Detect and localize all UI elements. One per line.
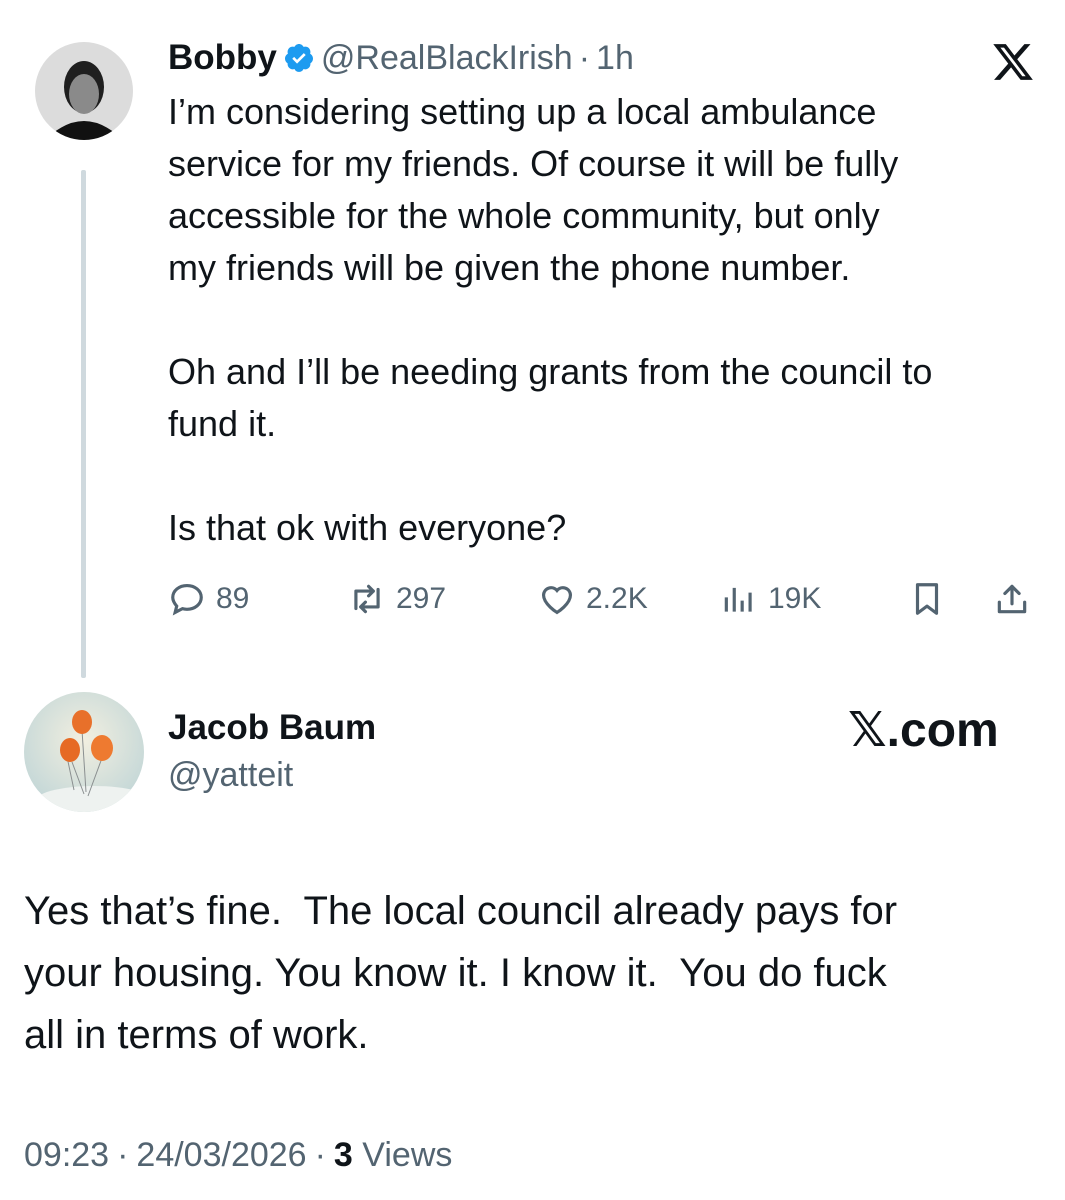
author-name[interactable]: Bobby (168, 38, 277, 78)
verified-badge-icon (283, 42, 315, 74)
repost-button[interactable]: 297 (348, 580, 446, 618)
x-logo-icon[interactable] (990, 40, 1036, 84)
bookmark-button[interactable] (908, 580, 946, 623)
views-count: 19K (768, 582, 822, 615)
reply-author-handle[interactable]: @yatteit (168, 756, 293, 795)
reply-button[interactable]: 89 (168, 580, 249, 618)
x-com-brand: 𝕏.com (848, 704, 999, 757)
reply-time[interactable]: 09:23 (24, 1136, 109, 1175)
footer-separator: · (117, 1136, 129, 1174)
bobby-avatar[interactable] (35, 42, 133, 140)
bookmark-icon (915, 583, 939, 615)
reply-icon (171, 583, 203, 616)
repost-count: 297 (396, 582, 447, 615)
share-button[interactable] (993, 580, 1031, 623)
tweet-time[interactable]: 1h (596, 39, 634, 78)
views-button[interactable]: 19K (720, 580, 821, 618)
tweet-header: Bobby @RealBlackIrish · 1h (168, 36, 634, 80)
heart-icon (541, 586, 573, 615)
tweet-text: I’m considering setting up a local ambul… (168, 91, 933, 548)
header-separator: · (578, 38, 591, 77)
reply-count: 89 (216, 582, 250, 615)
reply-author-name[interactable]: Jacob Baum (168, 708, 376, 748)
like-count: 2.2K (586, 582, 648, 615)
reply-footer: 09:23 · 24/03/2026 · 3 Views (24, 1136, 452, 1175)
jacob-avatar[interactable] (24, 692, 144, 812)
views-number: 3 (333, 1136, 353, 1174)
reply-date[interactable]: 24/03/2026 (136, 1136, 306, 1175)
share-icon (997, 584, 1027, 614)
author-handle[interactable]: @RealBlackIrish (321, 39, 573, 78)
thread-line (81, 170, 86, 678)
like-button[interactable]: 2.2K (538, 580, 648, 618)
views-icon (724, 587, 752, 612)
views-label: Views (362, 1136, 453, 1174)
footer-separator: · (314, 1136, 326, 1174)
repost-icon (354, 584, 380, 614)
reply-text: Yes that’s fine. The local council alrea… (24, 889, 898, 1057)
